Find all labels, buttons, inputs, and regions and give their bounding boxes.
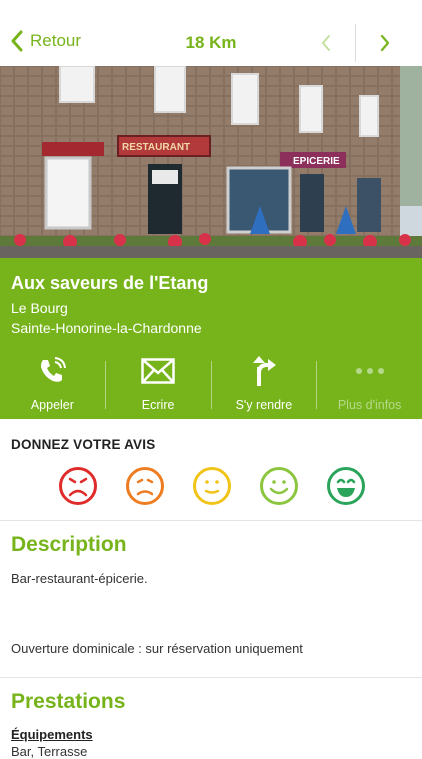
epicerie-sign: EPICERIE	[293, 156, 340, 167]
place-photo: RESTAURANT EPICERIE	[0, 66, 422, 258]
previous-button[interactable]	[315, 30, 337, 56]
back-label: Retour	[30, 31, 82, 50]
top-bar: Retour 18 Km	[0, 0, 422, 66]
description-title: Description	[11, 533, 127, 556]
directions-icon	[252, 356, 276, 386]
directions-button[interactable]: S'y rendre	[212, 346, 317, 419]
chevron-left-icon	[322, 35, 330, 51]
envelope-icon	[141, 358, 175, 384]
write-button[interactable]: Ecrire	[106, 346, 211, 419]
more-info-button[interactable]: Plus d'infos	[317, 346, 422, 419]
next-button[interactable]	[374, 30, 396, 56]
chevron-left-icon	[11, 30, 23, 52]
description-text: Bar-restaurant-épicerie.	[11, 571, 148, 586]
nav-divider	[355, 24, 356, 62]
back-button[interactable]: Retour	[10, 30, 81, 52]
write-label: Ecrire	[141, 398, 175, 412]
chevron-right-icon	[380, 34, 390, 52]
very-sad-smiley-icon[interactable]	[58, 466, 98, 506]
rating-smileys	[58, 466, 366, 506]
happy-smiley-icon[interactable]	[259, 466, 299, 506]
more-dots-icon	[355, 368, 384, 374]
restaurant-sign: RESTAURANT	[122, 142, 190, 153]
call-button[interactable]: Appeler	[0, 346, 105, 419]
more-info-label: Plus d'infos	[337, 398, 402, 412]
address-line-2: Sainte-Honorine-la-Chardonne	[11, 320, 202, 336]
call-label: Appeler	[30, 398, 74, 412]
equipements-title: Équipements	[11, 727, 93, 742]
section-divider	[0, 677, 422, 678]
prestations-title: Prestations	[11, 690, 126, 713]
equipements-item: Bar, Terrasse	[11, 744, 88, 759]
place-name: Aux saveurs de l'Etang	[11, 273, 209, 293]
very-happy-smiley-icon[interactable]	[326, 466, 366, 506]
phone-icon	[41, 357, 67, 382]
action-bar: Appeler Ecrire S'y rendre Plus d'infos	[0, 346, 422, 419]
description-opening-text: Ouverture dominicale : sur réservation u…	[11, 641, 303, 656]
directions-label: S'y rendre	[235, 398, 293, 412]
neutral-smiley-icon[interactable]	[192, 466, 232, 506]
address-line-1: Le Bourg	[11, 300, 68, 316]
place-info-panel: Aux saveurs de l'Etang Le Bourg Sainte-H…	[0, 258, 422, 419]
section-divider	[0, 520, 422, 521]
sad-smiley-icon[interactable]	[125, 466, 165, 506]
rating-title: DONNEZ VOTRE AVIS	[11, 437, 156, 452]
